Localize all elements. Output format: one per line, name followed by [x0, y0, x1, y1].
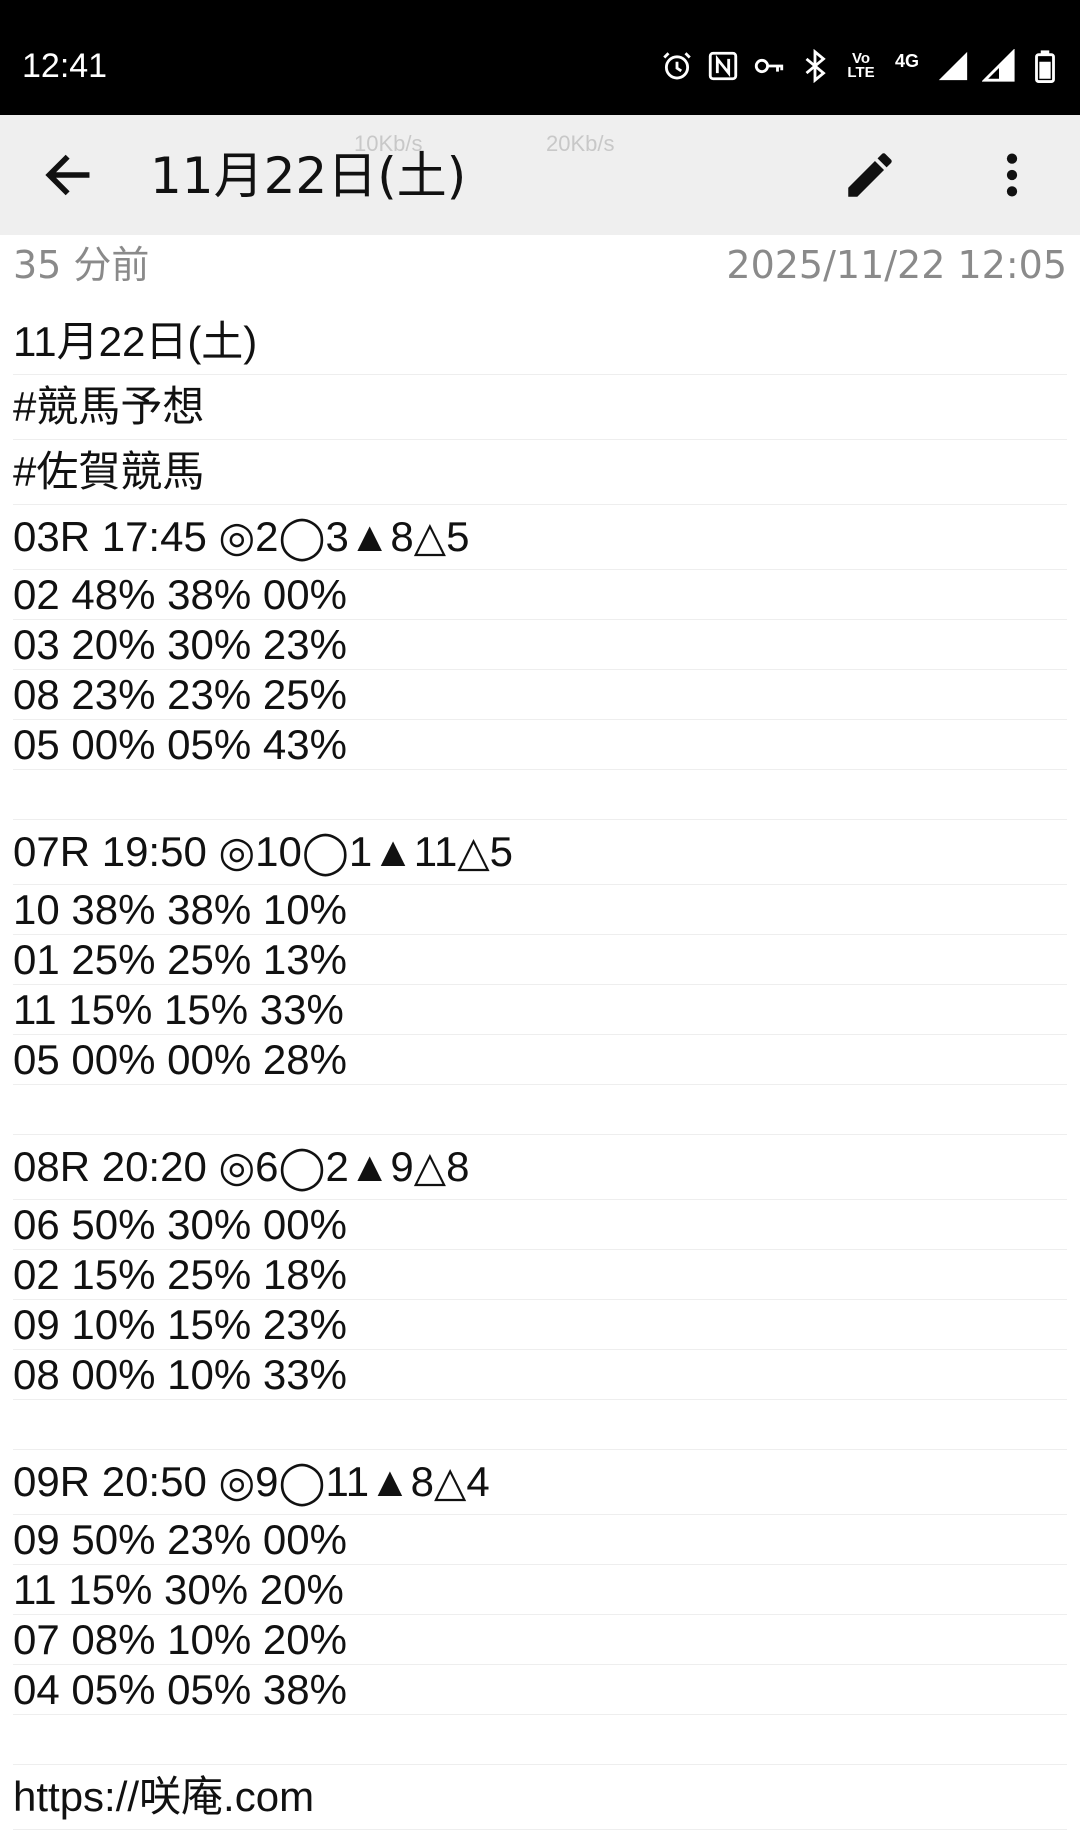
volte-icon: Vo LTE	[847, 50, 875, 81]
race-row: 02 15% 25% 18%	[13, 1250, 1067, 1300]
race-header: 09R 20:50 ◎9◯11▲8△4	[13, 1450, 1067, 1515]
edit-button[interactable]	[838, 143, 902, 207]
blank-line	[13, 1715, 1067, 1765]
race-row: 09 10% 15% 23%	[13, 1300, 1067, 1350]
arrow-back-icon	[45, 154, 90, 196]
race-row: 08 23% 23% 25%	[13, 670, 1067, 720]
race-row: 01 25% 25% 13%	[13, 935, 1067, 985]
race-row: 03 20% 30% 23%	[13, 620, 1067, 670]
nfc-icon	[706, 49, 740, 83]
note-meta: 35 分前 2025/11/22 12:05	[0, 240, 1080, 290]
race-header: 07R 19:50 ◎10◯1▲11△5	[13, 820, 1067, 885]
blank-line	[13, 1085, 1067, 1135]
more-vert-icon	[1006, 153, 1018, 197]
race-header: 03R 17:45 ◎2◯3▲8△5	[13, 505, 1067, 570]
race-row: 09 50% 23% 00%	[13, 1515, 1067, 1565]
status-time: 12:41	[22, 47, 108, 85]
race-header: 08R 20:20 ◎6◯2▲9△8	[13, 1135, 1067, 1200]
status-icons: Vo LTE 4G	[660, 44, 1062, 88]
app-bar: 11月22日(土) 10Kb/s 20Kb/s	[0, 115, 1080, 235]
race-row: 05 00% 00% 28%	[13, 1035, 1067, 1085]
race-row: 06 50% 30% 00%	[13, 1200, 1067, 1250]
back-button[interactable]	[36, 143, 100, 207]
vpn-key-icon	[752, 49, 786, 83]
relative-time: 35 分前	[13, 243, 150, 287]
race-row: 11 15% 30% 20%	[13, 1565, 1067, 1615]
race-row: 07 08% 10% 20%	[13, 1615, 1067, 1665]
bluetooth-icon	[798, 49, 832, 83]
race-row: 11 15% 15% 33%	[13, 985, 1067, 1035]
race-row: 10 38% 38% 10%	[13, 885, 1067, 935]
race-row: 02 48% 38% 00%	[13, 570, 1067, 620]
network-speed-1: 10Kb/s	[354, 131, 423, 156]
alarm-icon	[660, 49, 694, 83]
footer-url-link[interactable]: https://咲庵.com	[13, 1765, 1067, 1830]
4g-icon: 4G	[894, 50, 919, 71]
note-title-line: 11月22日(土)	[13, 310, 1067, 375]
signal-icon-2	[982, 49, 1016, 83]
pencil-icon	[848, 153, 892, 197]
blank-line	[13, 770, 1067, 820]
race-row: 05 00% 05% 43%	[13, 720, 1067, 770]
blank-line	[13, 1400, 1067, 1450]
battery-icon	[1028, 49, 1062, 83]
note-datetime: 2025/11/22 12:05	[726, 243, 1067, 287]
race-row: 08 00% 10% 33%	[13, 1350, 1067, 1400]
status-bar: 12:41 Vo LTE 4G	[0, 0, 1080, 115]
tag-line: #佐賀競馬	[13, 440, 1067, 505]
tag-line: #競馬予想	[13, 375, 1067, 440]
note-body[interactable]: 11月22日(土) #競馬予想 #佐賀競馬 03R 17:45 ◎2◯3▲8△5…	[13, 310, 1067, 1830]
more-options-button[interactable]	[980, 143, 1044, 207]
network-speed-2: 20Kb/s	[546, 131, 615, 156]
race-row: 04 05% 05% 38%	[13, 1665, 1067, 1715]
signal-icon	[936, 49, 970, 83]
